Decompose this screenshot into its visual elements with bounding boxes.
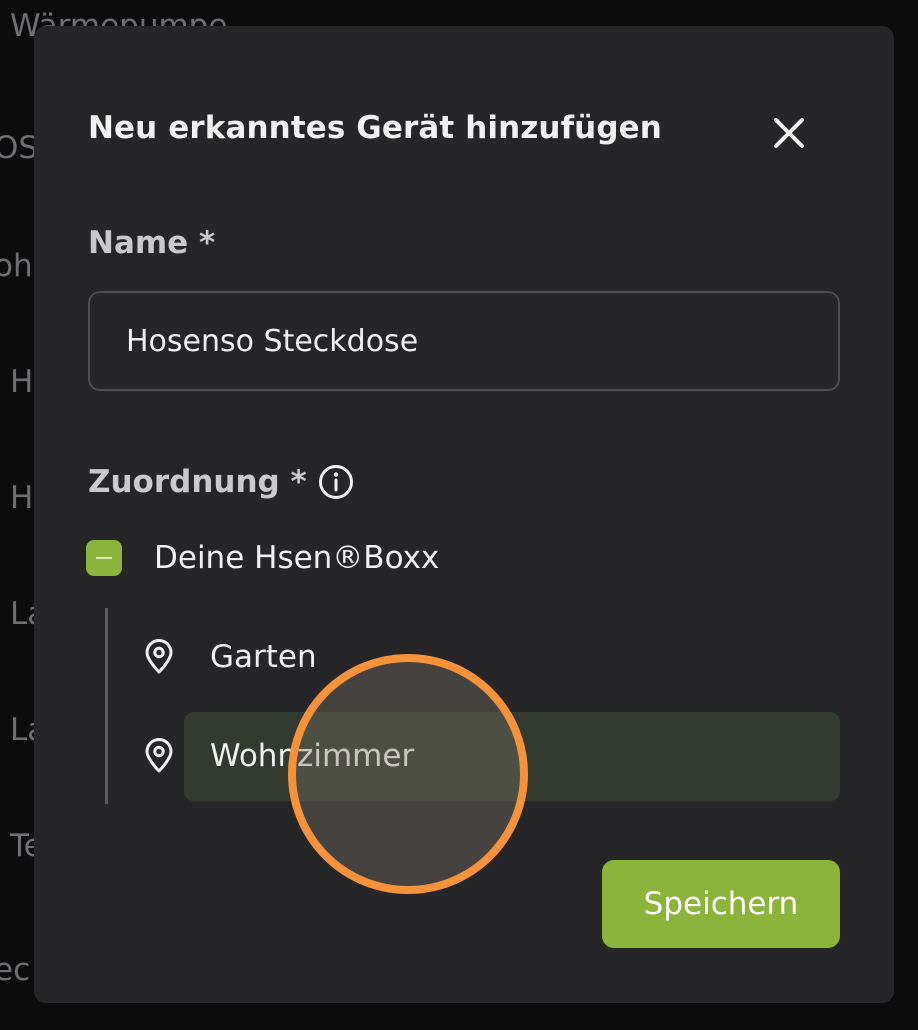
info-icon[interactable]: [317, 463, 355, 501]
location-tree-root[interactable]: Deine Hsen®Boxx: [86, 540, 439, 576]
name-label: Name *: [88, 225, 216, 261]
location-label: Wohnzimmer: [210, 738, 415, 774]
save-button[interactable]: Speichern: [602, 860, 840, 948]
indeterminate-checkbox[interactable]: [86, 540, 122, 576]
location-item-wohnzimmer[interactable]: Wohnzimmer: [134, 731, 414, 781]
add-device-dialog: Neu erkanntes Gerät hinzufügen Name * Zu…: [34, 26, 894, 1003]
location-label: Garten: [210, 639, 317, 675]
background-list-item: OS: [0, 130, 39, 166]
location-item-garten[interactable]: Garten: [134, 632, 317, 682]
background-list-item: H: [10, 480, 34, 516]
name-input[interactable]: [88, 291, 840, 391]
location-pin-icon: [134, 731, 184, 781]
dialog-title: Neu erkanntes Gerät hinzufügen: [88, 110, 662, 146]
background-list-item: ec: [0, 952, 31, 988]
assignment-label: Zuordnung *: [88, 464, 307, 500]
background-list-item: H: [10, 364, 34, 400]
tree-connector-line: [105, 608, 108, 804]
root-label: Deine Hsen®Boxx: [154, 540, 440, 576]
close-icon: [774, 118, 804, 148]
location-pin-icon: [134, 632, 184, 682]
close-button[interactable]: [762, 106, 816, 160]
assignment-label-row: Zuordnung *: [88, 463, 355, 501]
